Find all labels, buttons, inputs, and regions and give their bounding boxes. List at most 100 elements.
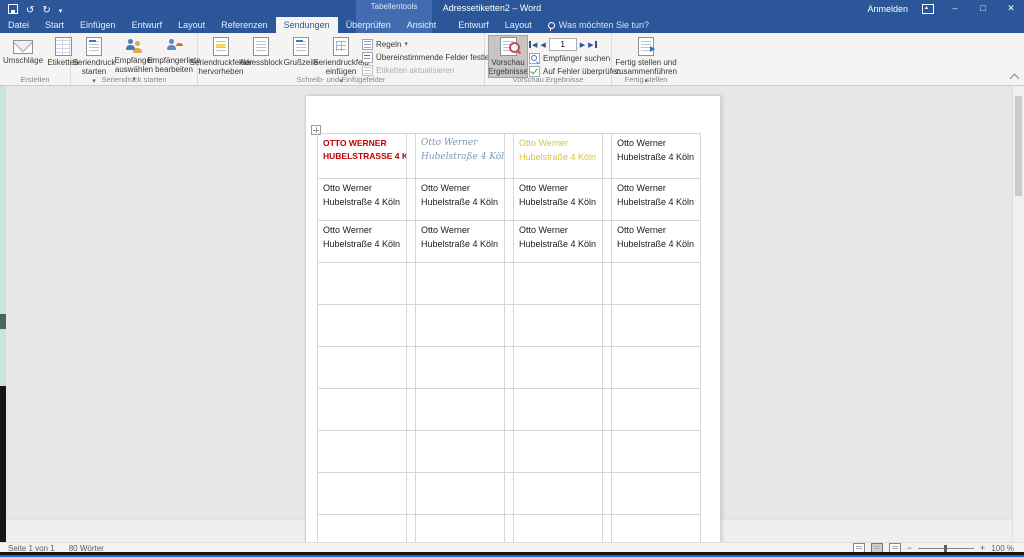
label-cell[interactable]: Otto Werner Hubelstraße 4 Köln — [416, 134, 505, 179]
label-cell[interactable]: Otto Werner Hubelstraße 4 Köln — [318, 179, 407, 221]
tab-start[interactable]: Start — [37, 17, 72, 33]
next-record-icon[interactable] — [580, 41, 585, 49]
label-cell[interactable] — [318, 263, 407, 305]
ribbon-display-options-icon[interactable] — [922, 3, 934, 14]
adressblock-button[interactable]: Adressblock — [239, 36, 283, 68]
label-cell[interactable] — [514, 347, 603, 389]
tab-entwurf[interactable]: Entwurf — [124, 17, 171, 33]
label-cell[interactable]: Otto Werner Hubelstraße 4 Köln — [612, 134, 701, 179]
label-cell[interactable] — [318, 347, 407, 389]
label-cell[interactable] — [416, 305, 505, 347]
empfaenger-suchen-label: Empfänger suchen — [543, 53, 611, 63]
gutter-cell — [407, 221, 416, 263]
umschlaege-button[interactable]: Umschläge — [3, 36, 43, 66]
tell-me-label: Was möchten Sie tun? — [558, 20, 649, 30]
label-cell[interactable] — [318, 431, 407, 473]
label-cell[interactable]: Otto Werner Hubelstraße 4 Köln — [612, 221, 701, 263]
label-cell[interactable] — [612, 515, 701, 542]
vertical-scrollbar[interactable] — [1012, 86, 1024, 542]
seriendruckfelder-hervorheben-button[interactable]: Seriendruckfelder hervorheben — [190, 36, 252, 77]
label-cell[interactable] — [318, 473, 407, 515]
redo-icon[interactable] — [42, 1, 50, 17]
label-cell[interactable] — [612, 263, 701, 305]
label-cell[interactable] — [514, 473, 603, 515]
label-cell[interactable] — [612, 389, 701, 431]
collapse-ribbon-icon[interactable] — [1009, 73, 1020, 84]
label-cell[interactable]: Otto Werner Hubelstraße 4 Köln — [612, 179, 701, 221]
save-icon[interactable] — [8, 3, 18, 14]
tab-sendungen[interactable]: Sendungen — [275, 17, 338, 33]
label-name: Otto Werner — [519, 138, 568, 148]
empfaengerliste-bearbeiten-button[interactable]: Empfängerliste bearbeiten — [147, 36, 201, 75]
document-page[interactable]: OTTO WERNER HUBELSTRASSE 4 KÖLN Otto Werne… — [305, 95, 721, 542]
maximize-button[interactable] — [976, 4, 990, 13]
label-cell[interactable] — [416, 515, 505, 542]
highlight-merge-fields-icon — [213, 37, 229, 56]
label-cell[interactable]: Otto Werner Hubelstraße 4 Köln — [416, 179, 505, 221]
group-erstellen: Umschläge Etiketten Erstellen — [0, 33, 79, 85]
label-cell[interactable]: Otto Werner Hubelstraße 4 Köln — [416, 221, 505, 263]
label-cell[interactable]: OTTO WERNER HUBELSTRASSE 4 KÖLN — [318, 134, 407, 179]
zoom-slider-thumb[interactable] — [944, 544, 948, 552]
undo-icon[interactable] — [26, 1, 34, 17]
gutter-cell — [603, 473, 612, 515]
label-cell[interactable] — [514, 515, 603, 542]
tab-einfuegen[interactable]: Einfügen — [72, 17, 124, 33]
label-address: Hubelstraße 4 Köln — [617, 151, 695, 162]
gutter-cell — [505, 431, 514, 473]
label-cell[interactable] — [612, 305, 701, 347]
gutter-cell — [603, 389, 612, 431]
label-cell[interactable] — [612, 473, 701, 515]
gutter-cell — [505, 515, 514, 542]
close-button[interactable] — [1004, 4, 1018, 13]
last-record-icon[interactable] — [588, 41, 596, 49]
zoom-slider[interactable] — [918, 544, 975, 552]
customize-qat-icon[interactable] — [59, 1, 63, 17]
tab-layout[interactable]: Layout — [170, 17, 213, 33]
gutter-cell — [407, 305, 416, 347]
tab-tabletools-entwurf[interactable]: Entwurf — [450, 17, 497, 33]
tab-tabletools-layout[interactable]: Layout — [497, 17, 540, 33]
label-cell[interactable] — [416, 389, 505, 431]
tell-me-box[interactable]: Was möchten Sie tun? — [540, 17, 657, 33]
label-cell[interactable]: Otto Werner Hubelstraße 4 Köln — [514, 134, 603, 179]
label-cell[interactable] — [416, 431, 505, 473]
record-number-input[interactable] — [548, 38, 577, 51]
tab-referenzen[interactable]: Referenzen — [213, 17, 276, 33]
label-cell[interactable]: Otto Werner Hubelstraße 4 Köln — [514, 179, 603, 221]
uebereinstimmende-felder-button[interactable]: Übereinstimmende Felder festlegen — [362, 51, 503, 63]
label-cell[interactable] — [612, 431, 701, 473]
label-name: Otto Werner — [519, 183, 568, 193]
label-cell[interactable] — [318, 305, 407, 347]
label-cell[interactable] — [514, 389, 603, 431]
empfaenger-suchen-button[interactable]: Empfänger suchen — [529, 52, 621, 64]
label-cell[interactable] — [318, 389, 407, 431]
minimize-button[interactable] — [948, 4, 962, 13]
tab-datei[interactable]: Datei — [0, 17, 37, 33]
previous-record-icon[interactable] — [540, 41, 545, 49]
background-window-strip-dark — [0, 386, 6, 542]
label-address: Hubelstraße 4 Köln — [421, 151, 505, 162]
sign-in-button[interactable]: Anmelden — [867, 4, 908, 14]
label-address: Hubelstraße 4 Köln — [323, 196, 401, 207]
vorschau-ergebnisse-toggle[interactable]: Vorschau Ergebnisse — [488, 34, 528, 79]
first-record-icon[interactable] — [529, 41, 537, 49]
label-cell[interactable] — [514, 305, 603, 347]
tab-ansicht[interactable]: Ansicht — [399, 17, 445, 33]
label-cell[interactable]: Otto Werner Hubelstraße 4 Köln — [514, 221, 603, 263]
group-vorschau-ergebnisse: Vorschau Ergebnisse Empfänger suchen Auf… — [485, 33, 621, 85]
label-cell[interactable]: Otto Werner Hubelstraße 4 Köln — [318, 221, 407, 263]
label-cell[interactable] — [514, 263, 603, 305]
label-cell[interactable] — [416, 263, 505, 305]
group-label-schreib: Schreib- und Einfügefelder — [296, 75, 386, 84]
label-cell[interactable] — [416, 347, 505, 389]
label-address: Hubelstraße 4 Köln — [519, 196, 597, 207]
label-cell[interactable] — [318, 515, 407, 542]
label-cell[interactable] — [416, 473, 505, 515]
scrollbar-thumb[interactable] — [1015, 96, 1022, 196]
label-cell[interactable] — [612, 347, 701, 389]
regeln-button[interactable]: Regeln — [362, 38, 503, 50]
label-cell[interactable] — [514, 431, 603, 473]
gutter-cell — [603, 221, 612, 263]
tab-ueberpruefen[interactable]: Überprüfen — [338, 17, 399, 33]
